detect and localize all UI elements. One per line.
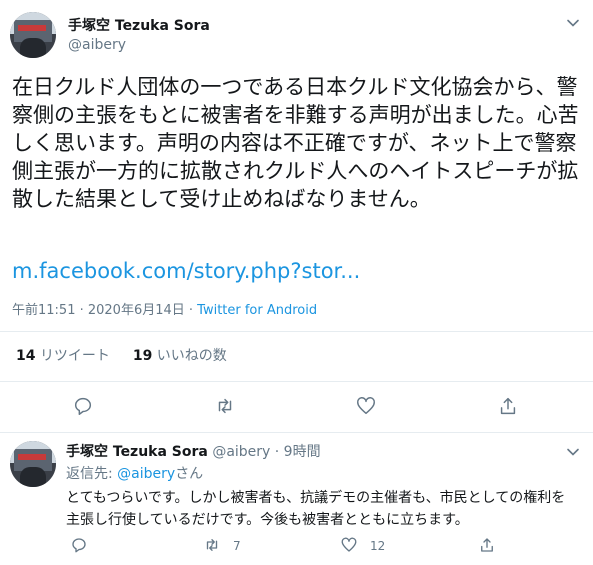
reply-icon[interactable] — [72, 395, 94, 417]
replying-prefix: 返信先: — [66, 466, 118, 482]
author-handle[interactable]: @aibery — [68, 37, 126, 53]
share-icon[interactable] — [497, 395, 519, 417]
like-count: 19 — [132, 348, 153, 364]
tweet-stats: 14 リツイート 19 いいねの数 — [16, 345, 227, 365]
reply-author-handle[interactable]: @aibery · 9時間 — [212, 444, 320, 460]
tweet-link[interactable]: m.facebook.com/story.php?stor... — [12, 259, 360, 283]
reply-avatar[interactable] — [10, 441, 56, 487]
tweet-time[interactable]: 午前11:51 · 2020年6月14日 · — [12, 303, 197, 318]
retweet-icon[interactable] — [203, 536, 221, 554]
retweet-stat[interactable]: 14 リツイート — [16, 348, 110, 364]
divider — [0, 381, 593, 382]
tweet-detail-page: 手塚空 Tezuka Sora @aibery 在日クルド人団体の一つである日本… — [0, 0, 593, 565]
reply-icon[interactable] — [70, 536, 88, 554]
replying-mention[interactable]: @aibery — [117, 466, 175, 482]
reply-author-name[interactable]: 手塚空 Tezuka Sora — [66, 444, 208, 460]
divider — [0, 432, 593, 433]
like-label: いいねの数 — [156, 348, 227, 364]
retweet-count: 14 — [16, 348, 36, 364]
reply-header: 手塚空 Tezuka Sora @aibery · 9時間 — [66, 441, 321, 461]
tweet-text: 在日クルド人団体の一つである日本クルド文化協会から、警察側の主張をもとに被害者を… — [12, 75, 579, 211]
reply-like-count: 12 — [370, 539, 386, 553]
like-icon[interactable] — [355, 395, 377, 417]
like-stat[interactable]: 19 いいねの数 — [133, 348, 227, 364]
replying-to: 返信先: @aiberyさん — [66, 463, 203, 483]
author-name[interactable]: 手塚空 Tezuka Sora — [68, 15, 210, 35]
reply-text: とてもつらいです。しかし被害者も、抗議デモの主催者も、市民としての権利を主張し行… — [66, 490, 566, 528]
reply-actions: 7 12 — [0, 536, 593, 560]
replying-suffix: さん — [175, 466, 204, 482]
retweet-icon[interactable] — [214, 395, 236, 417]
retweet-label: リツイート — [39, 348, 110, 364]
chevron-down-icon[interactable] — [566, 445, 580, 459]
avatar[interactable] — [10, 12, 56, 58]
like-icon[interactable] — [340, 536, 358, 554]
share-icon[interactable] — [478, 536, 496, 554]
chevron-down-icon[interactable] — [566, 16, 580, 30]
divider — [0, 331, 593, 332]
tweet-timestamp: 午前11:51 · 2020年6月14日 · Twitter for Andro… — [12, 299, 317, 318]
tweet-source[interactable]: Twitter for Android — [197, 303, 317, 318]
tweet-actions — [0, 395, 593, 419]
reply-retweet-count: 7 — [233, 539, 241, 553]
